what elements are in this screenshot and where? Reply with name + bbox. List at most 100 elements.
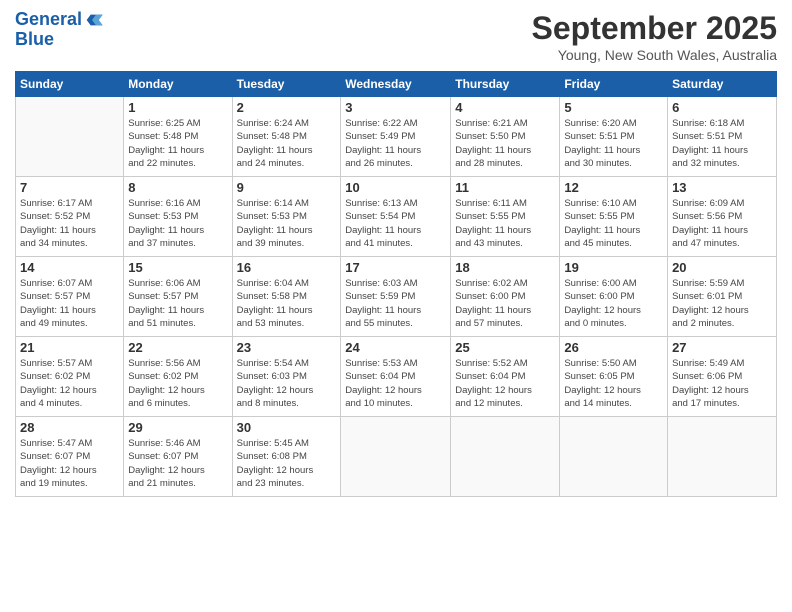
column-header-saturday: Saturday [668,72,777,97]
day-detail: Sunrise: 6:09 AMSunset: 5:56 PMDaylight:… [672,197,772,250]
logo-blue-text: Blue [15,30,104,50]
day-cell: 13 Sunrise: 6:09 AMSunset: 5:56 PMDayligh… [668,177,777,257]
day-cell: 20 Sunrise: 5:59 AMSunset: 6:01 PMDayligh… [668,257,777,337]
day-detail: Sunrise: 5:46 AMSunset: 6:07 PMDaylight:… [128,437,227,490]
day-detail: Sunrise: 6:11 AMSunset: 5:55 PMDaylight:… [455,197,555,250]
day-number: 28 [20,420,119,435]
day-detail: Sunrise: 5:52 AMSunset: 6:04 PMDaylight:… [455,357,555,410]
day-number: 22 [128,340,227,355]
day-cell: 22 Sunrise: 5:56 AMSunset: 6:02 PMDayligh… [124,337,232,417]
day-cell: 25 Sunrise: 5:52 AMSunset: 6:04 PMDayligh… [451,337,560,417]
column-header-sunday: Sunday [16,72,124,97]
day-detail: Sunrise: 6:24 AMSunset: 5:48 PMDaylight:… [237,117,337,170]
week-row-5: 28 Sunrise: 5:47 AMSunset: 6:07 PMDayligh… [16,417,777,497]
day-cell: 16Sunrise: 6:04 AMSunset: 5:58 PMDayligh… [232,257,341,337]
title-block: September 2025 Young, New South Wales, A… [532,10,777,63]
day-number: 8 [128,180,227,195]
day-detail: Sunrise: 5:54 AMSunset: 6:03 PMDaylight:… [237,357,337,410]
calendar-table: SundayMondayTuesdayWednesdayThursdayFrid… [15,71,777,497]
day-number: 7 [20,180,119,195]
day-number: 11 [455,180,555,195]
day-number: 4 [455,100,555,115]
column-header-friday: Friday [560,72,668,97]
day-cell: 9Sunrise: 6:14 AMSunset: 5:53 PMDaylight… [232,177,341,257]
page-container: General Blue September 2025 Young, New S… [0,0,792,612]
day-number: 13 [672,180,772,195]
day-cell: 8 Sunrise: 6:16 AMSunset: 5:53 PMDaylight… [124,177,232,257]
day-cell: 14 Sunrise: 6:07 AMSunset: 5:57 PMDayligh… [16,257,124,337]
day-detail: Sunrise: 6:25 AMSunset: 5:48 PMDaylight:… [128,117,227,170]
day-detail: Sunrise: 6:07 AMSunset: 5:57 PMDaylight:… [20,277,119,330]
day-cell [16,97,124,177]
day-number: 10 [345,180,446,195]
column-header-thursday: Thursday [451,72,560,97]
day-detail: Sunrise: 6:16 AMSunset: 5:53 PMDaylight:… [128,197,227,250]
day-number: 17 [345,260,446,275]
day-number: 29 [128,420,227,435]
day-detail: Sunrise: 6:20 AMSunset: 5:51 PMDaylight:… [564,117,663,170]
day-detail: Sunrise: 5:56 AMSunset: 6:02 PMDaylight:… [128,357,227,410]
day-cell: 7Sunrise: 6:17 AMSunset: 5:52 PMDaylight… [16,177,124,257]
day-detail: Sunrise: 5:53 AMSunset: 6:04 PMDaylight:… [345,357,446,410]
week-row-4: 21 Sunrise: 5:57 AMSunset: 6:02 PMDayligh… [16,337,777,417]
column-header-tuesday: Tuesday [232,72,341,97]
day-cell: 2 Sunrise: 6:24 AMSunset: 5:48 PMDaylight… [232,97,341,177]
day-cell: 30Sunrise: 5:45 AMSunset: 6:08 PMDayligh… [232,417,341,497]
day-detail: Sunrise: 6:04 AMSunset: 5:58 PMDaylight:… [237,277,337,330]
column-header-wednesday: Wednesday [341,72,451,97]
day-number: 18 [455,260,555,275]
day-cell: 5 Sunrise: 6:20 AMSunset: 5:51 PMDaylight… [560,97,668,177]
day-detail: Sunrise: 6:06 AMSunset: 5:57 PMDaylight:… [128,277,227,330]
page-header: General Blue September 2025 Young, New S… [15,10,777,63]
day-cell: 19 Sunrise: 6:00 AMSunset: 6:00 PMDayligh… [560,257,668,337]
week-row-3: 14 Sunrise: 6:07 AMSunset: 5:57 PMDayligh… [16,257,777,337]
day-cell: 23 Sunrise: 5:54 AMSunset: 6:03 PMDayligh… [232,337,341,417]
calendar-title: September 2025 [532,10,777,47]
day-detail: Sunrise: 6:22 AMSunset: 5:49 PMDaylight:… [345,117,446,170]
day-detail: Sunrise: 6:10 AMSunset: 5:55 PMDaylight:… [564,197,663,250]
calendar-subtitle: Young, New South Wales, Australia [532,47,777,63]
day-number: 20 [672,260,772,275]
day-number: 23 [237,340,337,355]
day-cell [668,417,777,497]
day-number: 5 [564,100,663,115]
column-header-row: SundayMondayTuesdayWednesdayThursdayFrid… [16,72,777,97]
day-cell: 26Sunrise: 5:50 AMSunset: 6:05 PMDayligh… [560,337,668,417]
day-detail: Sunrise: 6:14 AMSunset: 5:53 PMDaylight:… [237,197,337,250]
day-number: 21 [20,340,119,355]
day-number: 2 [237,100,337,115]
logo: General Blue [15,10,104,50]
day-number: 14 [20,260,119,275]
day-detail: Sunrise: 5:47 AMSunset: 6:07 PMDaylight:… [20,437,119,490]
day-cell: 18Sunrise: 6:02 AMSunset: 6:00 PMDayligh… [451,257,560,337]
day-number: 25 [455,340,555,355]
logo-text: General [15,10,82,30]
column-header-monday: Monday [124,72,232,97]
day-cell: 1 Sunrise: 6:25 AMSunset: 5:48 PMDaylight… [124,97,232,177]
day-detail: Sunrise: 5:49 AMSunset: 6:06 PMDaylight:… [672,357,772,410]
day-detail: Sunrise: 6:00 AMSunset: 6:00 PMDaylight:… [564,277,663,330]
day-detail: Sunrise: 5:59 AMSunset: 6:01 PMDaylight:… [672,277,772,330]
day-cell: 3 Sunrise: 6:22 AMSunset: 5:49 PMDaylight… [341,97,451,177]
day-cell: 11 Sunrise: 6:11 AMSunset: 5:55 PMDayligh… [451,177,560,257]
day-number: 1 [128,100,227,115]
day-cell: 12 Sunrise: 6:10 AMSunset: 5:55 PMDayligh… [560,177,668,257]
day-cell: 15Sunrise: 6:06 AMSunset: 5:57 PMDayligh… [124,257,232,337]
day-number: 6 [672,100,772,115]
day-cell: 4Sunrise: 6:21 AMSunset: 5:50 PMDaylight… [451,97,560,177]
day-number: 12 [564,180,663,195]
day-cell: 17Sunrise: 6:03 AMSunset: 5:59 PMDayligh… [341,257,451,337]
day-detail: Sunrise: 5:50 AMSunset: 6:05 PMDaylight:… [564,357,663,410]
logo-icon [84,10,104,30]
day-number: 3 [345,100,446,115]
day-number: 19 [564,260,663,275]
day-cell: 21 Sunrise: 5:57 AMSunset: 6:02 PMDayligh… [16,337,124,417]
week-row-2: 7Sunrise: 6:17 AMSunset: 5:52 PMDaylight… [16,177,777,257]
day-cell [341,417,451,497]
day-number: 30 [237,420,337,435]
day-detail: Sunrise: 6:18 AMSunset: 5:51 PMDaylight:… [672,117,772,170]
week-row-1: 1 Sunrise: 6:25 AMSunset: 5:48 PMDaylight… [16,97,777,177]
day-detail: Sunrise: 5:57 AMSunset: 6:02 PMDaylight:… [20,357,119,410]
day-detail: Sunrise: 6:13 AMSunset: 5:54 PMDaylight:… [345,197,446,250]
day-cell: 24Sunrise: 5:53 AMSunset: 6:04 PMDayligh… [341,337,451,417]
